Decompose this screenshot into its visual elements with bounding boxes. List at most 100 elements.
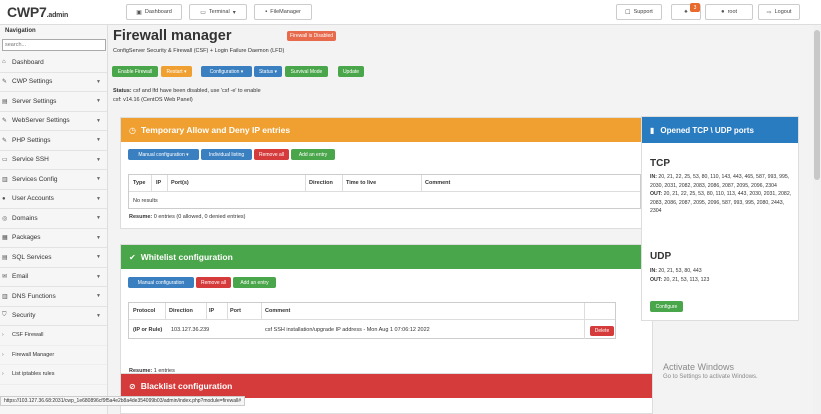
udp-heading: UDP bbox=[650, 251, 672, 262]
wrench-icon: ✎ bbox=[2, 118, 8, 125]
row-protocol: (IP or Rule) bbox=[133, 327, 163, 333]
logout-button[interactable]: ⇨ Logout bbox=[758, 4, 800, 20]
column-time-to-live: Time to live bbox=[346, 180, 377, 186]
chevron-down-icon: ▼ bbox=[96, 215, 101, 222]
row-ip: 103.127.36.239 bbox=[171, 327, 210, 333]
sidebar-search-input[interactable] bbox=[2, 39, 106, 51]
support-button[interactable]: ☐ Support bbox=[616, 4, 662, 20]
column-port: Port bbox=[230, 308, 241, 314]
tcp-ports: IN: 20, 21, 22, 25, 53, 80, 110, 143, 44… bbox=[650, 174, 792, 214]
manual-configuration-dropdown[interactable]: Manual configuration ▾ bbox=[128, 149, 199, 160]
row-comment: csf SSH installation/upgrade IP address … bbox=[265, 327, 430, 333]
user-button[interactable]: ● root bbox=[705, 4, 753, 20]
whitelist-remove-all-button[interactable]: Remove all bbox=[196, 277, 231, 288]
chevron-down-icon: ▼ bbox=[96, 293, 101, 300]
delete-button[interactable]: Delete bbox=[590, 326, 614, 336]
status-button[interactable]: Status ▾ bbox=[254, 66, 282, 77]
chevron-down-icon: ▼ bbox=[96, 137, 101, 144]
individual-listing-button[interactable]: Individual listing bbox=[201, 149, 252, 160]
whitelist-manual-configuration-button[interactable]: Manual configuration bbox=[128, 277, 194, 288]
sidebar-item-service-ssh[interactable]: ▭ Service SSH ▼ bbox=[0, 151, 107, 170]
sidebar-item-php-settings[interactable]: ✎ PHP Settings ▼ bbox=[0, 131, 107, 151]
chevron-down-icon: ▼ bbox=[96, 195, 101, 202]
sidebar-item-dashboard[interactable]: ⌂ Dashboard bbox=[0, 53, 107, 73]
chevron-down-icon: ▼ bbox=[96, 312, 101, 319]
sidebar-item-domains[interactable]: ◎ Domains ▼ bbox=[0, 209, 107, 229]
chevron-down-icon: ▾ bbox=[232, 9, 236, 16]
scrollbar-thumb[interactable] bbox=[814, 30, 820, 180]
configuration-button[interactable]: Configuration ▾ bbox=[201, 66, 252, 77]
page-scrollbar[interactable] bbox=[813, 25, 821, 414]
sidebar-subitem-list-iptables[interactable]: › List iptables rules bbox=[0, 365, 107, 385]
sidebar-item-server-settings[interactable]: ▤ Server Settings ▼ bbox=[0, 92, 107, 112]
survival-mode-button[interactable]: Survival Mode bbox=[285, 66, 328, 77]
chevron-right-icon: › bbox=[2, 371, 4, 378]
notification-badge: 3 bbox=[690, 3, 700, 12]
bell-icon: ♠ bbox=[684, 9, 688, 15]
chevron-right-icon: › bbox=[2, 351, 4, 358]
temporary-resume: Resume: 0 entries (0 allowed, 0 denied e… bbox=[129, 214, 246, 220]
user-icon: ● bbox=[720, 9, 725, 15]
server-icon: ▤ bbox=[2, 98, 8, 105]
user-icon: ● bbox=[2, 195, 6, 202]
wrench-icon: ✎ bbox=[2, 79, 8, 86]
remove-all-button[interactable]: Remove all bbox=[254, 149, 289, 160]
sidebar-item-cwp-settings[interactable]: ✎ CWP Settings ▼ bbox=[0, 73, 107, 92]
sidebar-subitem-firewall-manager[interactable]: › Firewall Manager bbox=[0, 346, 107, 365]
configure-button[interactable]: Configure bbox=[650, 301, 683, 312]
filemanager-button[interactable]: ▪ FileManager bbox=[254, 4, 312, 20]
database-icon: ▤ bbox=[2, 254, 8, 261]
terminal-button[interactable]: ▭ Terminal ▾ bbox=[189, 4, 247, 20]
chevron-down-icon: ▼ bbox=[96, 156, 101, 163]
lock-icon: ▮ bbox=[650, 125, 655, 135]
status-text: csf and lfd have been disabled, use 'csf… bbox=[133, 88, 261, 94]
column-comment: Comment bbox=[265, 308, 291, 314]
restart-button[interactable]: Restart ▾ bbox=[161, 66, 192, 77]
column-ip: IP bbox=[156, 180, 162, 186]
no-results-text: No results bbox=[133, 198, 158, 204]
udp-ports: IN: 20, 21, 53, 80, 443 OUT: 20, 21, 53,… bbox=[650, 268, 710, 283]
shield-icon: ⛉ bbox=[2, 312, 7, 319]
logo[interactable]: CWP7.admin bbox=[7, 4, 68, 20]
temporary-entries-table: Type IP Port(s) Direction Time to live C… bbox=[128, 174, 641, 209]
whitelist-panel-header: ✔ Whitelist configuration bbox=[121, 245, 652, 269]
add-entry-button[interactable]: Add an entry bbox=[291, 149, 335, 160]
sidebar-item-security[interactable]: ⛉ Security ▼ bbox=[0, 307, 107, 326]
activate-windows-watermark: Activate Windows Go to Settings to activ… bbox=[663, 362, 758, 380]
firewall-disabled-badge: Firewall is Disabled bbox=[287, 31, 337, 41]
sidebar-item-webserver-settings[interactable]: ✎ WebServer Settings ▼ bbox=[0, 112, 107, 131]
temporary-entries-panel: ◷ Temporary Allow and Deny IP entries Ma… bbox=[120, 117, 653, 229]
check-icon: ✔ bbox=[129, 252, 136, 262]
chevron-down-icon: ▼ bbox=[96, 176, 101, 183]
column-protocol: Protocol bbox=[133, 308, 156, 314]
sidebar-item-services-config[interactable]: ▥ Services Config ▼ bbox=[0, 170, 107, 190]
chevron-down-icon: ▼ bbox=[96, 98, 101, 105]
opened-ports-panel: ▮ Opened TCP \ UDP ports TCP IN: 20, 21,… bbox=[641, 116, 799, 321]
sidebar-subitem-csf-firewall[interactable]: › CSF Firewall bbox=[0, 326, 107, 346]
sidebar-item-user-accounts[interactable]: ● User Accounts ▼ bbox=[0, 190, 107, 209]
dashboard-button[interactable]: ▣ Dashboard bbox=[126, 4, 182, 20]
column-direction: Direction bbox=[169, 308, 193, 314]
enable-firewall-button[interactable]: Enable Firewall bbox=[112, 66, 158, 77]
top-header: CWP7.admin ▣ Dashboard ▭ Terminal ▾ ▪ FileMa… bbox=[0, 0, 821, 25]
sidebar-item-dns-functions[interactable]: ▥ DNS Functions ▼ bbox=[0, 287, 107, 307]
sidebar-item-email[interactable]: ✉ Email ▼ bbox=[0, 268, 107, 287]
column-ip: IP bbox=[209, 308, 215, 314]
dns-icon: ▥ bbox=[2, 293, 8, 300]
column-direction: Direction bbox=[309, 180, 333, 186]
whitelist-add-entry-button[interactable]: Add an entry bbox=[233, 277, 276, 288]
folder-icon: ▪ bbox=[265, 9, 268, 15]
csf-version: csf: v14.16 (CentOS Web Panel) bbox=[113, 97, 193, 103]
sidebar-item-sql-services[interactable]: ▤ SQL Services ▼ bbox=[0, 248, 107, 268]
sidebar-item-packages[interactable]: ▦ Packages ▼ bbox=[0, 229, 107, 248]
wrench-icon: ✎ bbox=[2, 137, 8, 144]
blacklist-panel: ⊘ Blacklist configuration bbox=[120, 373, 653, 414]
update-button[interactable]: Update bbox=[338, 66, 364, 77]
tcp-heading: TCP bbox=[650, 158, 670, 169]
chevron-right-icon: › bbox=[2, 332, 4, 339]
terminal-icon: ▭ bbox=[2, 157, 8, 164]
whitelist-panel: ✔ Whitelist configuration Manual configu… bbox=[120, 244, 653, 382]
support-icon: ☐ bbox=[625, 9, 631, 16]
globe-icon: ◎ bbox=[2, 215, 8, 222]
config-icon: ▥ bbox=[2, 176, 8, 183]
